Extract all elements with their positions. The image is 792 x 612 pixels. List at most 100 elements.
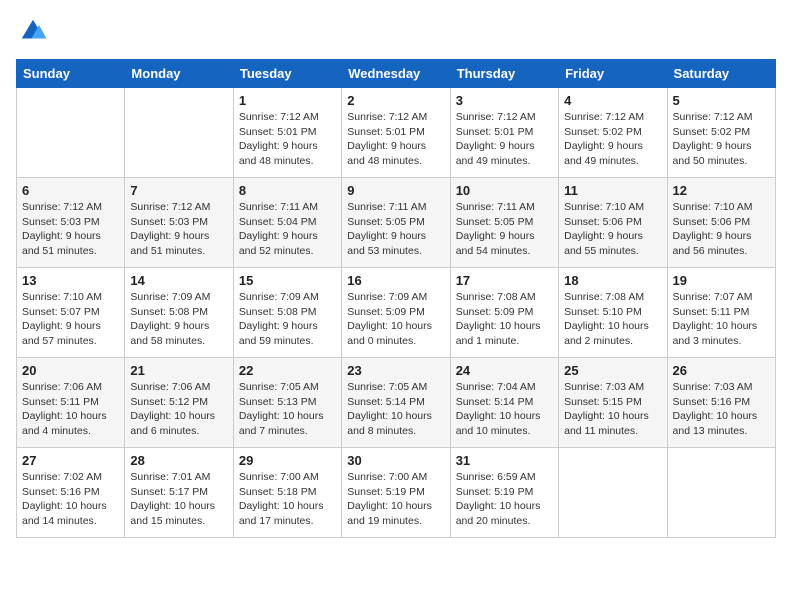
calendar-cell: 16 Sunrise: 7:09 AM Sunset: 5:09 PM Dayli…: [342, 268, 450, 358]
calendar-cell: [17, 88, 125, 178]
day-number: 12: [673, 183, 770, 198]
day-number: 2: [347, 93, 444, 108]
day-info: Sunrise: 7:06 AM Sunset: 5:11 PM Dayligh…: [22, 380, 119, 439]
day-info: Sunrise: 7:08 AM Sunset: 5:09 PM Dayligh…: [456, 290, 553, 349]
calendar-cell: 9Sunrise: 7:11 AM Sunset: 5:05 PM Daylig…: [342, 178, 450, 268]
calendar-cell: 20 Sunrise: 7:06 AM Sunset: 5:11 PM Dayli…: [17, 358, 125, 448]
day-number: 14: [130, 273, 227, 288]
day-number: 30: [347, 453, 444, 468]
day-number: 19: [673, 273, 770, 288]
day-info: Sunrise: 7:00 AM Sunset: 5:18 PM Dayligh…: [239, 470, 336, 529]
day-number: 29: [239, 453, 336, 468]
calendar-cell: [125, 88, 233, 178]
calendar-cell: 19 Sunrise: 7:07 AM Sunset: 5:11 PM Dayli…: [667, 268, 775, 358]
day-number: 7: [130, 183, 227, 198]
calendar-cell: 24Sunrise: 7:04 AM Sunset: 5:14 PM Dayli…: [450, 358, 558, 448]
calendar-cell: 3 Sunrise: 7:12 AM Sunset: 5:01 PM Daylig…: [450, 88, 558, 178]
calendar-cell: 7 Sunrise: 7:12 AM Sunset: 5:03 PM Daylig…: [125, 178, 233, 268]
calendar-cell: 8Sunrise: 7:11 AM Sunset: 5:04 PM Daylig…: [233, 178, 341, 268]
day-number: 27: [22, 453, 119, 468]
day-info: Sunrise: 7:12 AM Sunset: 5:03 PM Dayligh…: [130, 200, 227, 259]
calendar-cell: [667, 448, 775, 538]
day-info: Sunrise: 7:12 AM Sunset: 5:02 PM Dayligh…: [564, 110, 661, 169]
calendar-header-wednesday: Wednesday: [342, 60, 450, 88]
calendar-table: SundayMondayTuesdayWednesdayThursdayFrid…: [16, 59, 776, 538]
day-info: Sunrise: 7:01 AM Sunset: 5:17 PM Dayligh…: [130, 470, 227, 529]
day-number: 15: [239, 273, 336, 288]
day-number: 17: [456, 273, 553, 288]
day-info: Sunrise: 7:12 AM Sunset: 5:01 PM Dayligh…: [347, 110, 444, 169]
day-info: Sunrise: 7:03 AM Sunset: 5:15 PM Dayligh…: [564, 380, 661, 439]
day-info: Sunrise: 6:59 AM Sunset: 5:19 PM Dayligh…: [456, 470, 553, 529]
day-number: 1: [239, 93, 336, 108]
day-number: 11: [564, 183, 661, 198]
day-info: Sunrise: 7:12 AM Sunset: 5:01 PM Dayligh…: [239, 110, 336, 169]
day-number: 31: [456, 453, 553, 468]
logo-icon: [18, 16, 48, 46]
day-info: Sunrise: 7:00 AM Sunset: 5:19 PM Dayligh…: [347, 470, 444, 529]
day-info: Sunrise: 7:03 AM Sunset: 5:16 PM Dayligh…: [673, 380, 770, 439]
day-number: 18: [564, 273, 661, 288]
calendar-cell: 27 Sunrise: 7:02 AM Sunset: 5:16 PM Dayli…: [17, 448, 125, 538]
calendar-cell: 4 Sunrise: 7:12 AM Sunset: 5:02 PM Daylig…: [559, 88, 667, 178]
day-info: Sunrise: 7:04 AM Sunset: 5:14 PM Dayligh…: [456, 380, 553, 439]
calendar-cell: 6 Sunrise: 7:12 AM Sunset: 5:03 PM Daylig…: [17, 178, 125, 268]
calendar-week-row: 1 Sunrise: 7:12 AM Sunset: 5:01 PM Daylig…: [17, 88, 776, 178]
calendar-week-row: 20 Sunrise: 7:06 AM Sunset: 5:11 PM Dayli…: [17, 358, 776, 448]
calendar-cell: 30 Sunrise: 7:00 AM Sunset: 5:19 PM Dayli…: [342, 448, 450, 538]
day-number: 20: [22, 363, 119, 378]
day-number: 22: [239, 363, 336, 378]
calendar-header-saturday: Saturday: [667, 60, 775, 88]
calendar-header-sunday: Sunday: [17, 60, 125, 88]
day-info: Sunrise: 7:02 AM Sunset: 5:16 PM Dayligh…: [22, 470, 119, 529]
day-number: 10: [456, 183, 553, 198]
calendar-cell: 13Sunrise: 7:10 AM Sunset: 5:07 PM Dayli…: [17, 268, 125, 358]
day-info: Sunrise: 7:08 AM Sunset: 5:10 PM Dayligh…: [564, 290, 661, 349]
day-number: 16: [347, 273, 444, 288]
day-info: Sunrise: 7:07 AM Sunset: 5:11 PM Dayligh…: [673, 290, 770, 349]
day-info: Sunrise: 7:10 AM Sunset: 5:06 PM Dayligh…: [564, 200, 661, 259]
calendar-week-row: 6 Sunrise: 7:12 AM Sunset: 5:03 PM Daylig…: [17, 178, 776, 268]
calendar-cell: 23 Sunrise: 7:05 AM Sunset: 5:14 PM Dayli…: [342, 358, 450, 448]
calendar-cell: 2 Sunrise: 7:12 AM Sunset: 5:01 PM Daylig…: [342, 88, 450, 178]
day-info: Sunrise: 7:12 AM Sunset: 5:02 PM Dayligh…: [673, 110, 770, 169]
calendar-cell: 15 Sunrise: 7:09 AM Sunset: 5:08 PM Dayli…: [233, 268, 341, 358]
day-info: Sunrise: 7:10 AM Sunset: 5:06 PM Dayligh…: [673, 200, 770, 259]
page-header: [16, 16, 776, 51]
day-info: Sunrise: 7:12 AM Sunset: 5:01 PM Dayligh…: [456, 110, 553, 169]
calendar-cell: 1 Sunrise: 7:12 AM Sunset: 5:01 PM Daylig…: [233, 88, 341, 178]
calendar-header-friday: Friday: [559, 60, 667, 88]
day-number: 23: [347, 363, 444, 378]
calendar-cell: 26Sunrise: 7:03 AM Sunset: 5:16 PM Dayli…: [667, 358, 775, 448]
calendar-cell: 5 Sunrise: 7:12 AM Sunset: 5:02 PM Daylig…: [667, 88, 775, 178]
day-info: Sunrise: 7:11 AM Sunset: 5:05 PM Dayligh…: [347, 200, 444, 259]
day-number: 28: [130, 453, 227, 468]
day-info: Sunrise: 7:05 AM Sunset: 5:14 PM Dayligh…: [347, 380, 444, 439]
calendar-cell: 28 Sunrise: 7:01 AM Sunset: 5:17 PM Dayli…: [125, 448, 233, 538]
day-info: Sunrise: 7:10 AM Sunset: 5:07 PM Dayligh…: [22, 290, 119, 349]
day-number: 6: [22, 183, 119, 198]
day-number: 4: [564, 93, 661, 108]
day-info: Sunrise: 7:11 AM Sunset: 5:04 PM Dayligh…: [239, 200, 336, 259]
day-info: Sunrise: 7:05 AM Sunset: 5:13 PM Dayligh…: [239, 380, 336, 439]
calendar-cell: 10 Sunrise: 7:11 AM Sunset: 5:05 PM Dayli…: [450, 178, 558, 268]
day-number: 5: [673, 93, 770, 108]
day-info: Sunrise: 7:09 AM Sunset: 5:08 PM Dayligh…: [239, 290, 336, 349]
calendar-cell: 31 Sunrise: 6:59 AM Sunset: 5:19 PM Dayli…: [450, 448, 558, 538]
day-number: 3: [456, 93, 553, 108]
calendar-cell: [559, 448, 667, 538]
calendar-cell: 17 Sunrise: 7:08 AM Sunset: 5:09 PM Dayli…: [450, 268, 558, 358]
logo: [16, 16, 48, 51]
day-number: 21: [130, 363, 227, 378]
calendar-cell: 18 Sunrise: 7:08 AM Sunset: 5:10 PM Dayli…: [559, 268, 667, 358]
day-info: Sunrise: 7:11 AM Sunset: 5:05 PM Dayligh…: [456, 200, 553, 259]
calendar-cell: 12 Sunrise: 7:10 AM Sunset: 5:06 PM Dayli…: [667, 178, 775, 268]
calendar-cell: 11 Sunrise: 7:10 AM Sunset: 5:06 PM Dayli…: [559, 178, 667, 268]
calendar-cell: 29 Sunrise: 7:00 AM Sunset: 5:18 PM Dayli…: [233, 448, 341, 538]
day-info: Sunrise: 7:12 AM Sunset: 5:03 PM Dayligh…: [22, 200, 119, 259]
day-info: Sunrise: 7:06 AM Sunset: 5:12 PM Dayligh…: [130, 380, 227, 439]
day-info: Sunrise: 7:09 AM Sunset: 5:09 PM Dayligh…: [347, 290, 444, 349]
calendar-cell: 21 Sunrise: 7:06 AM Sunset: 5:12 PM Dayli…: [125, 358, 233, 448]
day-info: Sunrise: 7:09 AM Sunset: 5:08 PM Dayligh…: [130, 290, 227, 349]
calendar-cell: 25Sunrise: 7:03 AM Sunset: 5:15 PM Dayli…: [559, 358, 667, 448]
